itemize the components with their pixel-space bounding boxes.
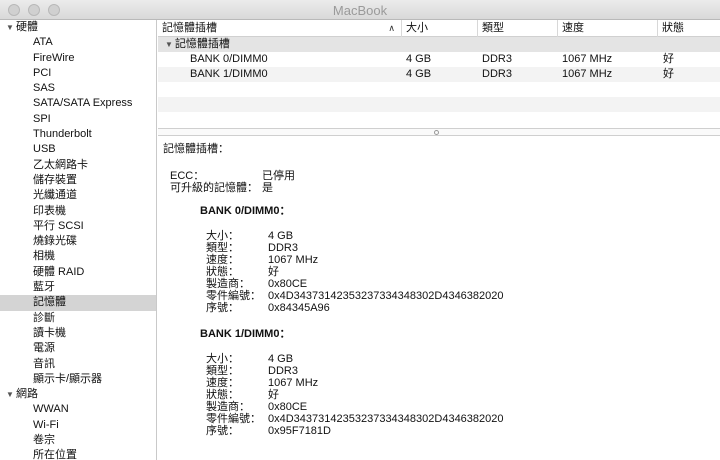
- upgradeable-label: 可升級的記憶體：: [170, 182, 258, 194]
- cell-status: 好: [663, 68, 674, 80]
- sidebar-item-parallel-scsi[interactable]: 平行 SCSI: [0, 219, 156, 234]
- sidebar-item-bluetooth[interactable]: 藍牙: [0, 280, 156, 295]
- sidebar-item-sata[interactable]: SATA/SATA Express: [0, 96, 156, 111]
- group-label-text: 記憶體插槽: [174, 38, 230, 50]
- sidebar-group-network[interactable]: ▼ 網路: [0, 387, 156, 402]
- splitter-grip-icon[interactable]: [434, 130, 439, 135]
- sidebar-item-locations[interactable]: 所在位置: [0, 448, 156, 460]
- sidebar-item-audio[interactable]: 音訊: [0, 357, 156, 372]
- table-header: 記憶體插槽 ∧ 大小 類型 速度 狀態: [158, 20, 720, 37]
- sidebar-item-sas[interactable]: SAS: [0, 81, 156, 96]
- column-header-status[interactable]: 狀態: [658, 20, 720, 37]
- sidebar-item-ethernet[interactable]: 乙太網路卡: [0, 158, 156, 173]
- empty-row: [158, 112, 720, 127]
- sidebar-group-label: 硬體: [16, 21, 38, 33]
- cell-type: DDR3: [482, 68, 512, 80]
- sidebar-item-ata[interactable]: ATA: [0, 35, 156, 50]
- table-row[interactable]: BANK 0/DIMM0 4 GB DDR3 1067 MHz 好: [158, 52, 720, 67]
- sidebar-item-power[interactable]: 電源: [0, 341, 156, 356]
- sidebar-item-fibre-channel[interactable]: 光纖通道: [0, 188, 156, 203]
- disclosure-triangle-icon[interactable]: ▼: [6, 20, 16, 35]
- bank-1-title: BANK 1/DIMM0：: [200, 328, 291, 340]
- sidebar-item-hardware-raid[interactable]: 硬體 RAID: [0, 265, 156, 280]
- disclosure-triangle-icon[interactable]: ▼: [165, 40, 173, 49]
- column-header-speed[interactable]: 速度: [558, 20, 658, 37]
- sidebar-item-card-reader[interactable]: 讀卡機: [0, 326, 156, 341]
- upgradeable-row: 可升級的記憶體： 是: [170, 179, 273, 195]
- cell-slot: BANK 0/DIMM0: [190, 53, 268, 65]
- empty-row: [158, 82, 720, 97]
- bank-0-title: BANK 0/DIMM0：: [200, 205, 291, 217]
- table-row[interactable]: BANK 1/DIMM0 4 GB DDR3 1067 MHz 好: [158, 67, 720, 82]
- content-pane: 記憶體插槽 ∧ 大小 類型 速度 狀態 ▼ 記憶體插槽 BANK 0/DIMM0 …: [158, 20, 720, 460]
- title-bar: MacBook: [0, 0, 720, 20]
- column-header-slot[interactable]: 記憶體插槽 ∧: [158, 20, 402, 37]
- cell-speed: 1067 MHz: [562, 53, 613, 65]
- sidebar-item-spi[interactable]: SPI: [0, 112, 156, 127]
- field-value: 0x84345A96: [268, 302, 330, 314]
- sidebar-item-wifi[interactable]: Wi-Fi: [0, 418, 156, 433]
- sidebar-item-graphics-displays[interactable]: 顯示卡/顯示器: [0, 372, 156, 387]
- system-information-window: MacBook ▼ 硬體 ATA FireWire PCI SAS SATA/SA…: [0, 0, 720, 460]
- memory-slots-table[interactable]: ▼ 記憶體插槽 BANK 0/DIMM0 4 GB DDR3 1067 MHz 好…: [158, 37, 720, 128]
- empty-row: [158, 97, 720, 112]
- column-header-label: 記憶體插槽: [162, 22, 217, 34]
- sidebar-item-printers[interactable]: 印表機: [0, 204, 156, 219]
- sidebar-group-label: 網路: [16, 388, 38, 401]
- cell-speed: 1067 MHz: [562, 68, 613, 80]
- window-title: MacBook: [332, 3, 388, 18]
- sidebar-item-pci[interactable]: PCI: [0, 66, 156, 81]
- cell-type: DDR3: [482, 53, 512, 65]
- cell-slot: BANK 1/DIMM0: [190, 68, 268, 80]
- sidebar-item-thunderbolt[interactable]: Thunderbolt: [0, 127, 156, 142]
- cell-size: 4 GB: [406, 68, 432, 80]
- sort-ascending-icon: ∧: [388, 23, 395, 33]
- upgradeable-value: 是: [262, 182, 273, 194]
- disclosure-triangle-icon[interactable]: ▼: [6, 387, 16, 402]
- sidebar-item-firewire[interactable]: FireWire: [0, 51, 156, 66]
- column-header-type[interactable]: 類型: [478, 20, 558, 37]
- sidebar-item-usb[interactable]: USB: [0, 142, 156, 157]
- sidebar-group-hardware[interactable]: ▼ 硬體: [0, 20, 156, 35]
- field-value: 0x95F7181D: [268, 425, 331, 437]
- sidebar-item-wwan[interactable]: WWAN: [0, 402, 156, 417]
- group-label: ▼ 記憶體插槽: [165, 37, 230, 52]
- bank-0-field: 序號： 0x84345A96: [206, 299, 330, 315]
- field-label: 序號：: [206, 302, 239, 314]
- sidebar-item-volumes[interactable]: 卷宗: [0, 433, 156, 448]
- sidebar-item-memory[interactable]: 記憶體: [0, 295, 156, 311]
- column-header-size[interactable]: 大小: [402, 20, 478, 37]
- sidebar-item-disc-burning[interactable]: 燒錄光碟: [0, 234, 156, 249]
- pane-splitter[interactable]: [158, 128, 720, 136]
- detail-title: 記憶體插槽：: [163, 143, 229, 155]
- sidebar-item-diagnostics[interactable]: 診斷: [0, 311, 156, 326]
- table-group-row[interactable]: ▼ 記憶體插槽: [158, 37, 720, 52]
- sidebar[interactable]: ▼ 硬體 ATA FireWire PCI SAS SATA/SATA Expre…: [0, 20, 157, 460]
- cell-status: 好: [663, 53, 674, 65]
- sidebar-item-camera[interactable]: 相機: [0, 249, 156, 264]
- bank-1-field: 序號： 0x95F7181D: [206, 422, 331, 438]
- field-label: 序號：: [206, 425, 239, 437]
- sidebar-item-storage[interactable]: 儲存裝置: [0, 173, 156, 188]
- cell-size: 4 GB: [406, 53, 432, 65]
